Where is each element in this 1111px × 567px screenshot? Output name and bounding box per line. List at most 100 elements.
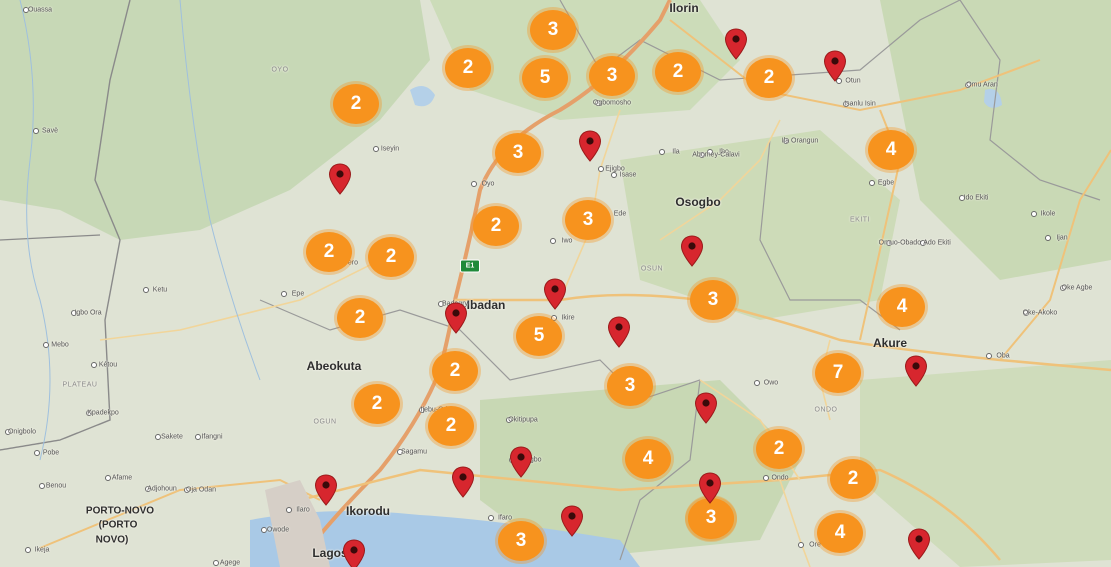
town-dot xyxy=(286,507,292,513)
map-pin-icon[interactable] xyxy=(607,316,631,348)
map-pin-icon[interactable] xyxy=(680,235,704,267)
place-label-porto: (PORTO xyxy=(98,519,138,531)
town-dot xyxy=(471,181,477,187)
marker-cluster[interactable]: 4 xyxy=(817,513,863,553)
map-pin-icon[interactable] xyxy=(578,130,602,162)
marker-cluster[interactable]: 2 xyxy=(368,237,414,277)
place-label-isanlu-isin: Isanlu Isin xyxy=(844,100,876,108)
marker-cluster[interactable]: 2 xyxy=(337,298,383,338)
cluster-count: 2 xyxy=(773,438,785,459)
map-view[interactable]: Ilorin Osogbo Ibadan Akure Abeokuta Ikorodu La… xyxy=(0,0,1111,567)
cluster-count: 3 xyxy=(707,289,719,310)
cluster-count: 5 xyxy=(533,325,545,346)
marker-cluster[interactable]: 5 xyxy=(522,58,568,98)
marker-cluster[interactable]: 2 xyxy=(333,84,379,124)
map-pin-icon[interactable] xyxy=(342,539,366,567)
marker-cluster[interactable]: 3 xyxy=(495,133,541,173)
place-label-ijan: Ijan xyxy=(1056,234,1068,242)
town-dot xyxy=(611,172,617,178)
town-dot xyxy=(798,542,804,548)
place-label-ondo: Ondo xyxy=(771,474,789,482)
region-label-osun: OSUN xyxy=(640,265,664,273)
place-label-ketu: Ketu xyxy=(152,286,168,294)
marker-cluster[interactable]: 4 xyxy=(879,287,925,327)
map-pin-icon[interactable] xyxy=(823,50,847,82)
map-pin-icon[interactable] xyxy=(328,163,352,195)
marker-cluster[interactable]: 7 xyxy=(815,353,861,393)
map-pin-icon[interactable] xyxy=(724,28,748,60)
marker-cluster[interactable]: 2 xyxy=(746,58,792,98)
marker-cluster[interactable]: 2 xyxy=(445,48,491,88)
map-pin-icon[interactable] xyxy=(560,505,584,537)
place-label-ilaro: Ilaro xyxy=(296,506,310,514)
marker-cluster[interactable]: 2 xyxy=(428,406,474,446)
place-label-oyo: Oyo xyxy=(481,180,495,188)
map-pin-icon[interactable] xyxy=(904,355,928,387)
town-dot xyxy=(143,287,149,293)
map-pin-icon[interactable] xyxy=(509,446,533,478)
place-label-oke-akoko: Oke-Akoko xyxy=(1022,309,1058,317)
place-label-ila: Ila xyxy=(672,148,680,156)
cluster-count: 2 xyxy=(449,360,461,381)
marker-cluster[interactable]: 3 xyxy=(530,10,576,50)
map-pin-icon[interactable] xyxy=(314,474,338,506)
place-label-ikire: Ikire xyxy=(561,314,575,322)
town-dot xyxy=(91,362,97,368)
road-okitipupa xyxy=(779,479,811,567)
marker-cluster[interactable]: 3 xyxy=(565,200,611,240)
place-label-agege: Agege xyxy=(219,559,241,567)
place-label-sakete: Sakete xyxy=(161,433,183,441)
map-pin-icon[interactable] xyxy=(444,302,468,334)
place-label-ifangni: Ifangni xyxy=(201,433,223,441)
map-pin-icon[interactable] xyxy=(907,528,931,560)
border-benin-west xyxy=(0,234,101,241)
terrain-green-se xyxy=(860,360,1111,567)
marker-cluster[interactable]: 3 xyxy=(589,56,635,96)
cluster-count: 4 xyxy=(896,296,908,317)
cluster-count: 2 xyxy=(462,57,474,78)
marker-cluster[interactable]: 2 xyxy=(354,384,400,424)
place-label-mebo: Mebo xyxy=(51,341,69,349)
place-label-owo: Owo xyxy=(763,379,779,387)
place-label-egbe: Egbe xyxy=(877,179,895,187)
marker-cluster[interactable]: 3 xyxy=(498,521,544,561)
place-label-ikole: Ikole xyxy=(1040,210,1056,218)
marker-cluster[interactable]: 2 xyxy=(830,459,876,499)
place-label-osogbo: Osogbo xyxy=(675,195,721,209)
town-dot xyxy=(34,450,40,456)
map-pin-icon[interactable] xyxy=(543,278,567,310)
place-label-porto-novo: PORTO-NOVO xyxy=(85,505,155,517)
marker-cluster[interactable]: 4 xyxy=(868,130,914,170)
cluster-count: 2 xyxy=(763,67,775,88)
cluster-count: 2 xyxy=(672,61,684,82)
place-label-epe: Epe xyxy=(291,290,305,298)
place-label-iwo: Iwo xyxy=(561,237,573,245)
town-dot xyxy=(1031,211,1037,217)
marker-cluster[interactable]: 2 xyxy=(432,351,478,391)
map-pin-icon[interactable] xyxy=(451,466,475,498)
marker-cluster[interactable]: 2 xyxy=(306,232,352,272)
marker-cluster[interactable]: 2 xyxy=(655,52,701,92)
region-label-ogun: OGUN xyxy=(313,418,337,426)
marker-cluster[interactable]: 5 xyxy=(516,316,562,356)
marker-cluster[interactable]: 3 xyxy=(607,366,653,406)
map-pin-icon[interactable] xyxy=(694,392,718,424)
region-label-oyo: OYO xyxy=(271,66,289,74)
marker-cluster[interactable]: 4 xyxy=(625,439,671,479)
place-label-okitipupa: Okitipupa xyxy=(508,416,538,424)
region-label-ondo: ONDO xyxy=(814,406,838,414)
town-dot xyxy=(105,475,111,481)
place-label-oke-agbe: Oke Agbe xyxy=(1061,284,1093,292)
place-label-ifaro: Ifaro xyxy=(497,514,513,522)
marker-cluster[interactable]: 2 xyxy=(756,429,802,469)
marker-cluster[interactable]: 2 xyxy=(473,206,519,246)
place-label-oja-odan: Oja Odan xyxy=(186,486,216,494)
cluster-count: 3 xyxy=(512,142,524,163)
town-dot xyxy=(763,475,769,481)
map-pin-icon[interactable] xyxy=(698,472,722,504)
place-label-sagamu: Sagamu xyxy=(400,448,428,456)
marker-cluster[interactable]: 3 xyxy=(690,280,736,320)
place-label-abomey-calavi: Abomey-Calavi xyxy=(692,151,740,159)
place-label-isase: Isase xyxy=(619,171,637,179)
cluster-count: 2 xyxy=(323,241,335,262)
